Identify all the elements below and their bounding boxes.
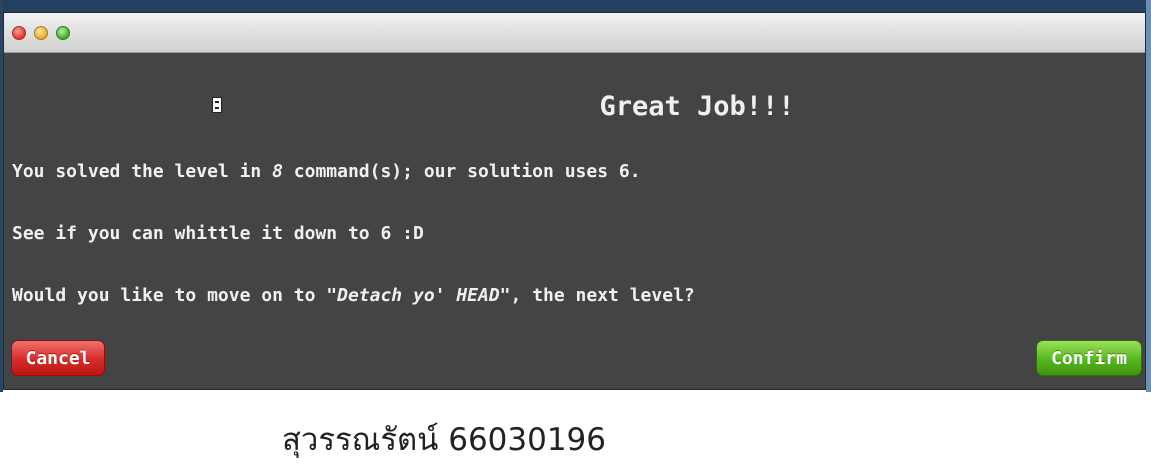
result-text-start: You solved the level in [12, 161, 273, 182]
next-level-prompt: Would you like to move on to "Detach yo'… [12, 285, 695, 306]
result-text-end: command(s); our solution uses 6. [282, 161, 641, 182]
name-caption: สุวรรณรัตน์ 66030196 [282, 422, 607, 458]
cancel-button[interactable]: Cancel [11, 340, 105, 376]
result-message: You solved the level in 8 command(s); ou… [12, 161, 641, 182]
dialog-content: Great Job!!! You solved the level in 8 c… [4, 53, 1145, 389]
challenge-message: See if you can whittle it down to 6 :D [12, 223, 424, 244]
dialog-window: Great Job!!! You solved the level in 8 c… [3, 12, 1146, 390]
background-desktop-top [0, 0, 1151, 12]
background-desktop-right [1146, 0, 1151, 392]
confirm-button[interactable]: Confirm [1036, 340, 1142, 376]
minimize-window-icon[interactable] [34, 26, 48, 40]
window-titlebar[interactable] [4, 13, 1145, 53]
prompt-text-end: , the next level? [510, 285, 695, 306]
prompt-text-start: Would you like to move on to [12, 285, 327, 306]
maximize-window-icon[interactable] [56, 26, 70, 40]
command-count: 8 [272, 161, 283, 182]
dialog-title: Great Job!!! [599, 91, 795, 122]
close-window-icon[interactable] [12, 26, 26, 40]
next-level-name: "Detach yo' HEAD" [326, 285, 511, 306]
